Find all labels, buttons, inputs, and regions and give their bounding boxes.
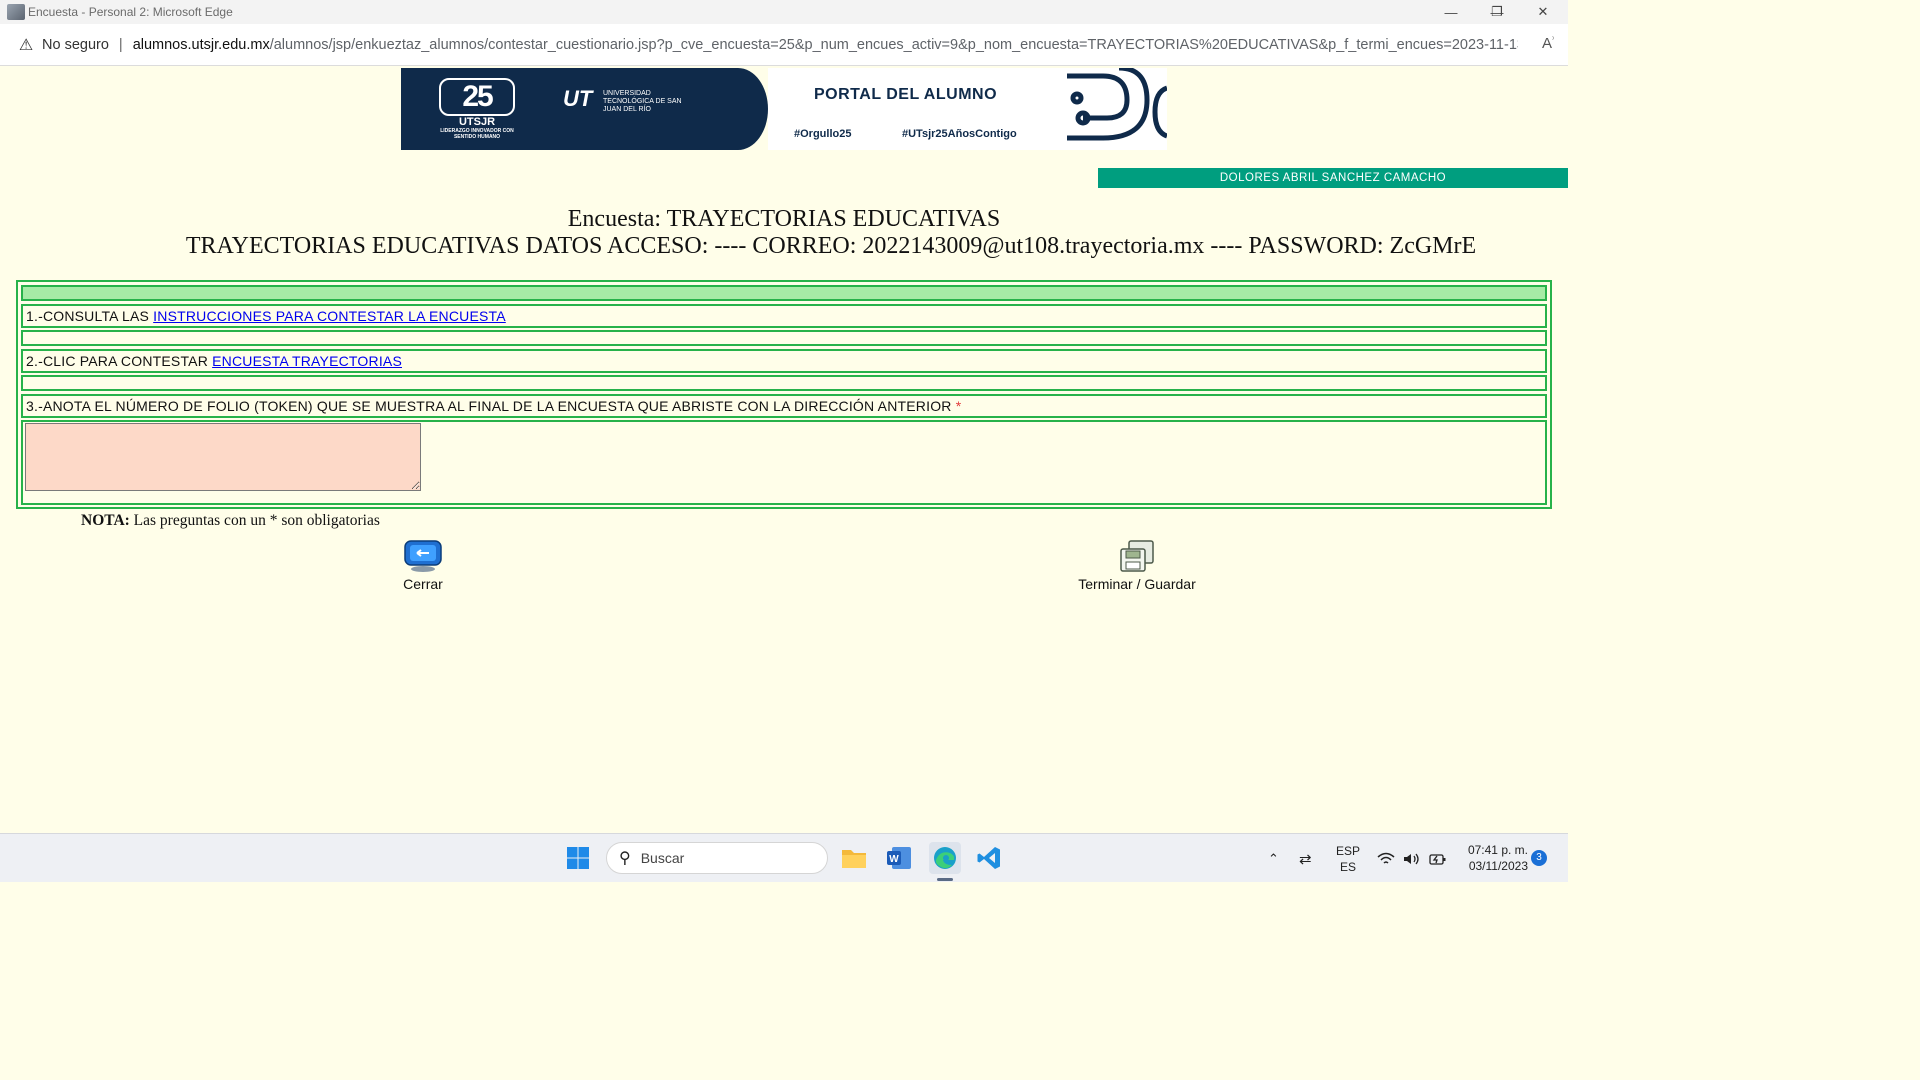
read-aloud-icon[interactable]: A⁾ <box>1542 35 1554 52</box>
survey-trayectorias-link[interactable]: ENCUESTA TRAYECTORIAS <box>212 353 402 369</box>
circuit-decoration-icon <box>1067 68 1167 141</box>
banner-right-panel: PORTAL DEL ALUMNO #Orgullo25 #UTsjr25Año… <box>768 68 1167 150</box>
floppy-save-icon <box>1120 540 1154 572</box>
folder-icon <box>842 850 866 868</box>
monitor-exit-icon <box>404 540 442 572</box>
close-label: Cerrar <box>403 576 443 592</box>
language-indicator[interactable]: ESP ES <box>1336 834 1360 883</box>
table-header-row <box>21 285 1547 301</box>
windows-logo-icon <box>567 847 589 869</box>
q1-text: 1.-CONSULTA LAS <box>26 308 154 324</box>
close-button[interactable]: Cerrar <box>393 539 453 592</box>
question-row-2-spacer <box>21 375 1547 391</box>
volume-icon <box>1404 853 1419 864</box>
start-button[interactable] <box>564 844 592 872</box>
survey-title: Encuesta: TRAYECTORIAS EDUCATIVAS <box>567 206 1001 232</box>
minimize-button-ctrl[interactable]: — <box>1428 0 1474 24</box>
question-row-1-spacer <box>21 330 1547 346</box>
user-name-bar: DOLORES ABRIL SANCHEZ CAMACHO <box>1098 168 1568 188</box>
tray-overflow[interactable]: ⌃ <box>1268 834 1279 883</box>
utsjr-25-logo: 25 UTSJR LIDERAZGO INNOVADOR CON SENTIDO… <box>439 78 515 140</box>
security-status[interactable]: No seguro <box>42 37 109 53</box>
q3-text: 3.-ANOTA EL NÚMERO DE FOLIO (TOKEN) QUE … <box>26 398 956 414</box>
close-window-button[interactable]: ✕ <box>1520 0 1566 24</box>
edge-icon <box>934 847 956 869</box>
ut-logo-mark: UT <box>563 86 593 111</box>
required-mark: * <box>955 398 962 414</box>
hashtag-25-anos: #UTsjr25AñosContigo <box>902 128 1017 140</box>
address-separator: | <box>118 36 123 53</box>
window-title: Encuesta - Personal 2: Microsoft Edge <box>28 5 233 19</box>
wifi-icon <box>1377 852 1395 864</box>
edge-profile-icon <box>7 4 25 20</box>
finish-save-button[interactable]: Terminar / Guardar <box>1070 539 1204 592</box>
chevron-up-icon: ⌃ <box>1268 850 1279 866</box>
edge-active-indicator <box>937 878 953 881</box>
ut-logo-name: UNIVERSIDAD TECNOLÓGICA DE SAN JUAN DEL … <box>603 90 682 113</box>
file-explorer-button[interactable] <box>840 844 868 872</box>
access-credentials: TRAYECTORIAS EDUCATIVAS DATOS ACCESO: --… <box>185 233 1477 259</box>
question-row-2: 2.-CLIC PARA CONTESTAR ENCUESTA TRAYECTO… <box>21 349 1547 373</box>
address-bar: ⚠ No seguro | alumnos.utsjr.edu.mx/alumn… <box>0 24 1568 66</box>
question-row-1: 1.-CONSULTA LAS INSTRUCCIONES PARA CONTE… <box>21 304 1547 328</box>
question-row-3: 3.-ANOTA EL NÚMERO DE FOLIO (TOKEN) QUE … <box>21 394 1547 418</box>
system-tray-icons[interactable] <box>1377 834 1447 883</box>
warning-icon[interactable]: ⚠ <box>16 35 36 55</box>
q2-text: 2.-CLIC PARA CONTESTAR <box>26 353 213 369</box>
token-textarea[interactable] <box>25 423 421 491</box>
url-field[interactable]: alumnos.utsjr.edu.mx/alumnos/jsp/enkuezt… <box>133 37 1518 53</box>
notification-badge[interactable]: 3 <box>1531 850 1547 866</box>
edge-button[interactable] <box>929 842 961 874</box>
save-label: Terminar / Guardar <box>1078 576 1196 592</box>
battery-charging-icon <box>1429 853 1446 865</box>
search-icon: ⚲ <box>619 850 631 867</box>
logo-utsjr-text: UTSJR <box>458 116 496 128</box>
word-button[interactable]: W <box>885 844 913 872</box>
url-path: /alumnos/jsp/enkueztaz_alumnos/contestar… <box>269 36 1518 53</box>
vscode-button[interactable] <box>975 844 1003 872</box>
tray-settings[interactable]: ⇄ <box>1299 834 1312 883</box>
survey-questions-table: 1.-CONSULTA LAS INSTRUCCIONES PARA CONTE… <box>16 280 1552 509</box>
banner-left-panel: 25 UTSJR LIDERAZGO INNOVADOR CON SENTIDO… <box>401 68 768 150</box>
clock-time: 07:41 p. m. <box>1467 843 1528 857</box>
token-answer-row <box>21 420 1547 505</box>
portal-title: PORTAL DEL ALUMNO <box>814 86 998 103</box>
url-host: alumnos.utsjr.edu.mx <box>132 36 270 53</box>
sliders-icon: ⇄ <box>1299 850 1312 868</box>
lang-top: ESP <box>1336 843 1361 858</box>
clock-date: 03/11/2023 <box>1468 859 1528 873</box>
hashtag-orgullo: #Orgullo25 <box>794 128 852 140</box>
note-label: NOTA: <box>81 512 130 529</box>
windows-taskbar: ⚲ Buscar W ⌃ ⇄ ESP ES 07:41 p. m. 03/11/… <box>0 833 1568 882</box>
taskbar-search[interactable]: ⚲ Buscar <box>606 842 828 874</box>
search-placeholder: Buscar <box>640 850 685 866</box>
lang-bottom: ES <box>1340 859 1357 874</box>
window-titlebar: Encuesta - Personal 2: Microsoft Edge — <box>0 0 1568 24</box>
restore-button[interactable]: ❐ <box>1474 0 1520 24</box>
logo-utsjr-sub: LIDERAZGO INNOVADOR CON SENTIDO HUMANO <box>440 128 514 140</box>
required-note: NOTA: Las preguntas con un * son obligat… <box>81 512 380 530</box>
page-content: 25 UTSJR LIDERAZGO INNOVADOR CON SENTIDO… <box>0 67 1568 833</box>
word-icon: W <box>887 847 911 869</box>
instructions-link[interactable]: INSTRUCCIONES PARA CONTESTAR LA ENCUESTA <box>153 308 506 324</box>
note-text: Las preguntas con un * son obligatorias <box>129 512 380 529</box>
svg-text:W: W <box>889 854 899 865</box>
logo-25-mark: 25 <box>439 78 515 116</box>
portal-banner: 25 UTSJR LIDERAZGO INNOVADOR CON SENTIDO… <box>401 68 1167 150</box>
vscode-icon <box>977 847 1000 869</box>
taskbar-clock[interactable]: 07:41 p. m. 03/11/2023 <box>1456 842 1528 874</box>
